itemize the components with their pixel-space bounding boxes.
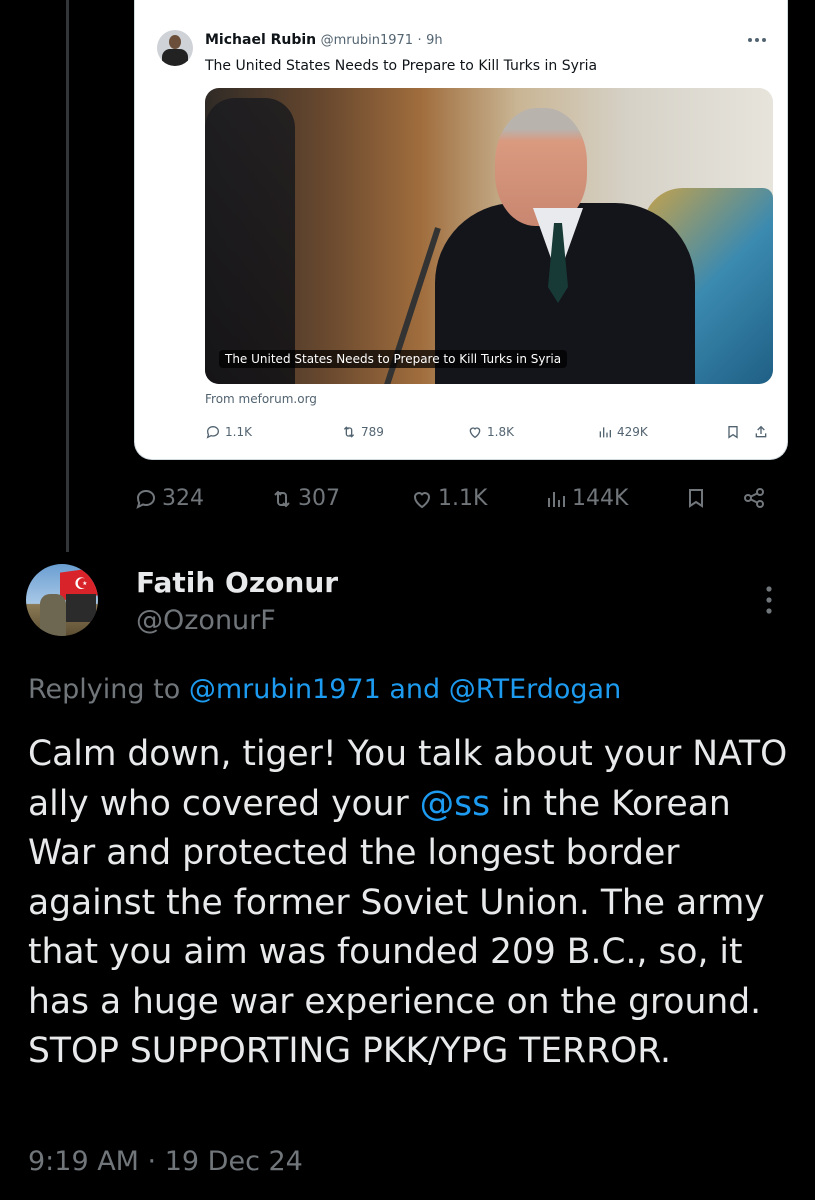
retweet-button[interactable]: 307 — [270, 486, 340, 511]
link-preview-caption: The United States Needs to Prepare to Ki… — [219, 350, 568, 368]
more-horizontal-icon[interactable] — [747, 28, 767, 47]
quoted-views-count: 429K — [617, 425, 648, 439]
quoted-author-handle[interactable]: @mrubin1971 — [321, 33, 413, 48]
avatar[interactable]: ☪ — [26, 564, 98, 636]
replying-prefix: Replying to — [28, 674, 181, 705]
quoted-bookmark-button[interactable] — [725, 424, 741, 440]
reply-body-text: Calm down, tiger! You talk about your NA… — [28, 730, 798, 1077]
quoted-reply-button[interactable]: 1.1K — [205, 424, 252, 440]
quoted-author-avatar[interactable] — [157, 30, 193, 66]
mention-link[interactable]: @RTErdogan — [449, 674, 621, 705]
quoted-tweet-header: Michael Rubin @mrubin1971 · 9h — [205, 32, 443, 48]
reply-count: 324 — [162, 486, 204, 511]
quoted-tweet-card[interactable]: Michael Rubin @mrubin1971 · 9h The Unite… — [134, 0, 788, 460]
body-mention-link[interactable]: @ss — [420, 784, 490, 824]
quoted-views-button[interactable]: 429K — [597, 424, 648, 440]
link-preview-image[interactable]: The United States Needs to Prepare to Ki… — [205, 88, 773, 384]
views-button[interactable]: 144K — [544, 486, 628, 511]
body-text-part: in the Korean War and protected the long… — [28, 783, 765, 1072]
more-vertical-icon[interactable] — [762, 582, 776, 622]
crescent-star-icon: ☪ — [74, 574, 89, 593]
reply-timestamp[interactable]: 9:19 AM · 19 Dec 24 — [28, 1146, 303, 1177]
avatar-figure — [40, 594, 66, 636]
quoted-author-name[interactable]: Michael Rubin — [205, 32, 316, 48]
tweet-action-bar: 324 307 1.1K 144K — [134, 486, 788, 518]
reply-icon — [206, 425, 220, 439]
quoted-separator: · — [417, 33, 422, 48]
replying-to-line: Replying to @mrubin1971 and @RTErdogan — [28, 674, 621, 705]
mention-link[interactable]: @mrubin1971 — [189, 674, 381, 705]
bookmark-icon — [728, 426, 738, 439]
reply-author-name[interactable]: Fatih Ozonur — [136, 566, 338, 599]
like-button[interactable]: 1.1K — [410, 486, 487, 511]
replying-and: and — [389, 674, 441, 705]
thread-connector-line — [66, 0, 69, 552]
quoted-tweet-actions: 1.1K 789 1.8K 429K — [205, 424, 773, 444]
quoted-like-button[interactable]: 1.8K — [467, 424, 514, 440]
quoted-retweet-count: 789 — [361, 425, 384, 439]
share-button[interactable] — [742, 486, 766, 510]
quoted-like-count: 1.8K — [487, 425, 514, 439]
quoted-reply-count: 1.1K — [225, 425, 252, 439]
quoted-time[interactable]: 9h — [426, 33, 443, 48]
background-figure — [205, 98, 295, 384]
retweet-count: 307 — [298, 486, 340, 511]
reply-icon — [136, 489, 156, 509]
quoted-tweet-text: The United States Needs to Prepare to Ki… — [205, 58, 598, 74]
reply-button[interactable]: 324 — [134, 486, 204, 511]
link-source[interactable]: From meforum.org — [205, 392, 317, 406]
bookmark-icon — [689, 489, 703, 508]
avatar-plaque — [66, 594, 96, 622]
heart-icon — [469, 427, 481, 439]
views-count: 144K — [572, 486, 629, 511]
share-nodes-icon — [744, 488, 764, 508]
bookmark-button[interactable] — [684, 486, 708, 510]
retweet-icon — [343, 426, 355, 438]
reply-author-handle[interactable]: @OzonurF — [136, 605, 276, 636]
views-icon — [548, 491, 565, 507]
quoted-retweet-button[interactable]: 789 — [341, 424, 384, 440]
views-icon — [599, 427, 611, 438]
retweet-icon — [274, 490, 290, 507]
like-count: 1.1K — [438, 486, 488, 511]
heart-icon — [413, 491, 431, 508]
share-icon — [755, 425, 767, 438]
quoted-share-button[interactable] — [753, 424, 769, 440]
